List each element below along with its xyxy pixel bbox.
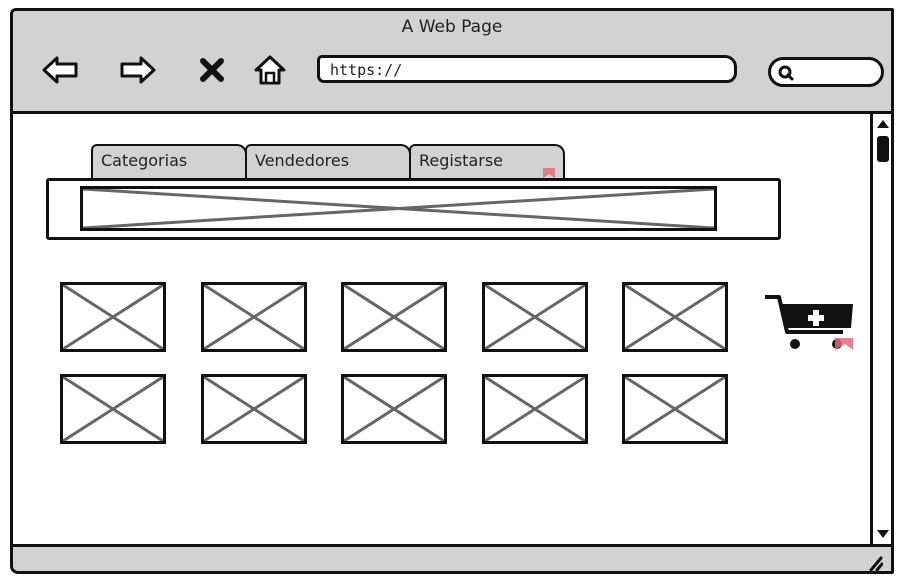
scroll-up-icon[interactable] [876,118,890,130]
status-bar [13,544,891,571]
close-icon[interactable] [193,51,231,89]
product-image-placeholder[interactable] [482,374,588,444]
product-image-placeholder[interactable] [341,282,447,352]
browser-window: A Web Page https:// Categorias Vendedore… [10,8,894,574]
link-marker-icon [543,168,555,178]
product-image-placeholder[interactable] [60,374,166,444]
search-icon [778,65,794,81]
arrow-right-icon[interactable] [119,51,157,89]
product-image-placeholder[interactable] [201,282,307,352]
product-image-placeholder[interactable] [341,374,447,444]
tab-categorias[interactable]: Categorias [91,144,247,178]
product-image-placeholder[interactable] [622,374,728,444]
scrollbar-thumb[interactable] [877,136,889,162]
vertical-scrollbar[interactable] [870,114,891,544]
tab-panel [46,178,781,240]
tab-registarse-label: Registarse [419,151,504,170]
tab-vendedores[interactable]: Vendedores [245,144,411,178]
search-input[interactable] [768,57,884,87]
url-input[interactable]: https:// [317,55,737,83]
resize-grip-icon[interactable] [865,555,883,571]
add-to-cart-icon[interactable] [765,292,857,354]
arrow-left-icon[interactable] [41,51,79,89]
page-content: Categorias Vendedores Registarse [13,114,869,544]
product-image-placeholder[interactable] [622,282,728,352]
tab-registarse[interactable]: Registarse [409,144,565,178]
product-image-placeholder[interactable] [60,282,166,352]
banner-image-placeholder [80,186,717,231]
scroll-down-icon[interactable] [876,528,890,540]
home-icon[interactable] [251,51,289,89]
product-image-placeholder[interactable] [201,374,307,444]
browser-titlebar: A Web Page https:// [13,11,891,114]
product-image-placeholder[interactable] [482,282,588,352]
window-title: A Web Page [401,17,503,37]
